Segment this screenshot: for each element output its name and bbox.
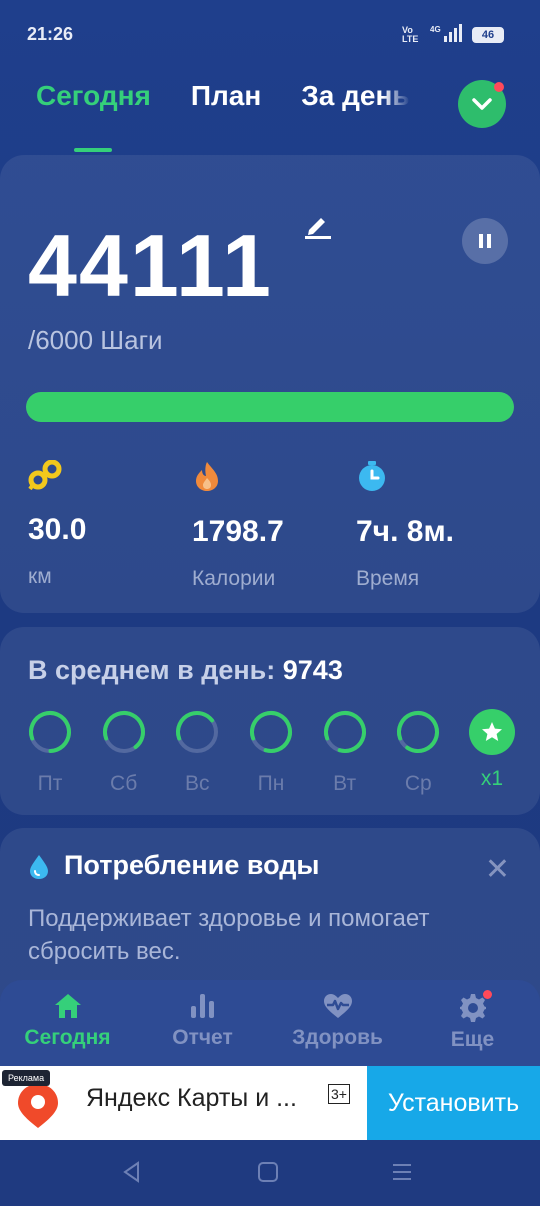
day-label: Вс <box>185 772 210 795</box>
age-rating: 3+ <box>328 1084 350 1104</box>
streak-badge <box>468 709 515 755</box>
time-label: Время <box>356 567 420 590</box>
nav-today[interactable]: Сегодня <box>0 980 135 1066</box>
svg-text:4G: 4G <box>430 25 441 34</box>
steps-count: 44111 <box>28 216 273 315</box>
time-value: 7ч. 8м. <box>356 515 454 548</box>
bottom-navigation: Сегодня Отчет Здоровь Еще <box>0 980 540 1066</box>
day-item[interactable]: Пн <box>248 709 294 796</box>
distance-label: км <box>28 565 52 588</box>
ring-progress <box>29 711 71 753</box>
day-label: Вт <box>333 772 357 795</box>
ad-text: Яндекс Карты и ... <box>86 1084 297 1112</box>
day-label: Пт <box>37 772 63 795</box>
ad-banner[interactable]: Реклама Яндекс Карты и ... 3+ Установить <box>0 1066 540 1140</box>
home-button-icon[interactable] <box>256 1160 280 1184</box>
bar-chart-icon <box>190 994 214 1018</box>
volte-icon: Vo LTE <box>402 24 419 44</box>
dropdown-menu-button[interactable] <box>458 80 506 128</box>
progress-ring-icon <box>397 711 440 753</box>
ring-progress <box>176 711 219 753</box>
route-icon <box>28 459 62 491</box>
chevron-down-icon <box>472 98 492 110</box>
nav-health-label: Здоровь <box>292 1026 383 1049</box>
nav-today-label: Сегодня <box>24 1026 111 1049</box>
streak-label: x1 <box>480 767 504 790</box>
water-description: Поддерживает здоровье и помогает сбросит… <box>28 905 430 965</box>
average-title: В среднем в день: 9743 <box>28 655 343 686</box>
water-title: Потребление воды <box>64 850 320 880</box>
day-item[interactable]: Пт <box>27 709 73 796</box>
ring-progress <box>249 711 292 753</box>
heart-pulse-icon <box>323 994 352 1018</box>
home-icon <box>54 994 81 1018</box>
average-label: В среднем в день: <box>28 655 283 685</box>
streak-item[interactable]: x1 <box>468 709 515 796</box>
status-icons: Vo LTE 4G 46 <box>402 24 504 45</box>
stat-time: 7ч. 8м. Время <box>356 460 454 591</box>
tab-plan[interactable]: План <box>191 80 261 130</box>
yandex-maps-logo-icon <box>16 1082 60 1135</box>
pause-button[interactable] <box>462 218 508 264</box>
day-item[interactable]: Вт <box>322 709 368 796</box>
signal-icon: 4G <box>430 24 464 45</box>
stat-distance: 30.0 км <box>28 459 87 589</box>
nav-health[interactable]: Здоровь <box>270 980 405 1066</box>
back-icon[interactable] <box>120 1160 144 1184</box>
status-time: 21:26 <box>27 24 74 44</box>
nav-more-label: Еще <box>450 1028 495 1051</box>
ad-label: Реклама <box>2 1070 51 1086</box>
average-card: В среднем в день: 9743 Пт Сб Вс Пн Вт Ср <box>0 627 540 815</box>
ring-progress <box>102 711 145 753</box>
progress-ring-icon <box>323 711 366 753</box>
day-item[interactable]: Ср <box>395 709 441 796</box>
star-icon <box>481 722 502 741</box>
notification-dot <box>483 990 492 999</box>
stat-calories: 1798.7 Калории <box>192 460 284 591</box>
system-navigation <box>0 1140 540 1206</box>
calories-value: 1798.7 <box>192 515 284 548</box>
steps-goal: /6000 Шаги <box>28 325 163 355</box>
nav-more[interactable]: Еще <box>405 980 540 1066</box>
average-value: 9743 <box>282 655 343 685</box>
tab-today[interactable]: Сегодня <box>36 80 151 130</box>
ring-progress <box>323 711 366 753</box>
progress-ring-icon <box>176 711 219 753</box>
day-item[interactable]: Сб <box>101 709 147 796</box>
steps-progress-bar <box>26 392 514 422</box>
battery-icon: 46 <box>472 26 504 43</box>
nav-report-label: Отчет <box>172 1026 233 1049</box>
day-label: Пн <box>257 772 285 795</box>
install-button[interactable]: Установить <box>367 1066 540 1140</box>
notification-dot <box>494 82 504 92</box>
edit-icon[interactable] <box>303 210 333 245</box>
close-icon[interactable]: ✕ <box>485 852 510 887</box>
ring-progress <box>397 711 440 753</box>
water-drop-icon <box>30 855 48 879</box>
clock-icon <box>359 461 385 491</box>
day-item[interactable]: Вс <box>174 709 220 796</box>
progress-ring-icon <box>29 711 71 753</box>
recent-apps-icon[interactable] <box>390 1160 414 1184</box>
steps-card: 44111 /6000 Шаги 30.0 км 1798.7 Калории … <box>0 155 540 613</box>
tab-per-day[interactable]: За день <box>301 80 409 130</box>
nav-report[interactable]: Отчет <box>135 980 270 1066</box>
top-tabs: Сегодня План За день <box>36 80 410 130</box>
steps-progress-fill <box>26 392 514 422</box>
status-bar: 21:26 Vo LTE 4G 46 <box>0 0 540 70</box>
pause-icon <box>479 234 491 248</box>
progress-ring-icon <box>102 711 145 753</box>
day-label: Сб <box>110 772 138 795</box>
progress-ring-icon <box>249 711 292 753</box>
flame-icon <box>196 462 218 491</box>
calories-label: Калории <box>192 567 276 590</box>
weekday-progress-list: Пт Сб Вс Пн Вт Ср x1 <box>27 709 515 796</box>
day-label: Ср <box>404 772 432 795</box>
distance-value: 30.0 <box>28 513 87 546</box>
